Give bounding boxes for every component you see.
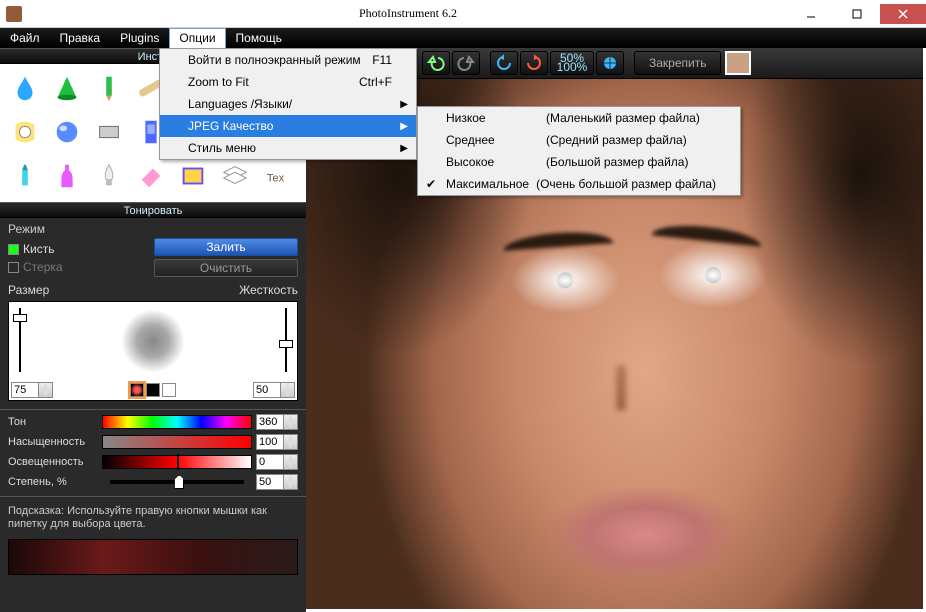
redo-button[interactable] [452,51,480,75]
jpeg-max[interactable]: ✔Максимальное(Очень большой размер файла… [418,173,740,195]
lightness-label: Освещенность [8,456,98,468]
menu-edit[interactable]: Правка [50,28,111,48]
brush-shape-square[interactable] [162,383,176,397]
degree-slider[interactable] [110,480,244,484]
image-thumbnail[interactable] [725,51,751,75]
hue-spinner[interactable]: ▲▼ [256,414,298,430]
eraser-label: Стерка [23,260,63,274]
tool-bottle[interactable] [46,154,88,198]
degree-spinner[interactable]: ▲▼ [256,474,298,490]
rotate-right-button[interactable] [520,51,548,75]
hue-gradient[interactable] [102,415,252,429]
tool-drop[interactable] [4,66,46,110]
saturation-label: Насыщенность [8,436,98,448]
tool-pencil[interactable] [88,66,130,110]
app-icon [6,6,22,22]
hue-input[interactable] [256,414,284,430]
brush-color-a[interactable] [130,383,144,397]
clear-button[interactable]: Очистить [154,259,298,277]
undo-button[interactable] [422,51,450,75]
mode-label: Режим [8,222,298,236]
title-bar: PhotoInstrument 6.2 [0,0,926,28]
eraser-radio[interactable]: Стерка [8,260,148,274]
check-icon: ✔ [426,177,436,191]
brush-preview-box: ▲▼ ▲▼ [8,301,298,401]
menu-bar: Файл Правка Plugins Опции Помощь [0,28,926,48]
menu-file[interactable]: Файл [0,28,50,48]
zoom-indicator[interactable]: 50%100% [550,51,594,75]
brush-preview [121,309,185,373]
degree-label: Степень, % [8,476,98,488]
tool-image[interactable] [172,154,214,198]
hardness-input[interactable] [253,382,281,398]
lightness-input[interactable] [256,454,284,470]
jpeg-medium[interactable]: Среднее(Средний размер файла) [418,129,740,151]
saturation-gradient[interactable] [102,435,252,449]
menu-fullscreen[interactable]: Войти в полноэкранный режимF11 [160,49,416,71]
menu-jpeg-quality[interactable]: JPEG Качество▶ [160,115,416,137]
toning-panel-title: Тонировать [0,202,306,218]
size-input[interactable] [11,382,39,398]
jpeg-quality-submenu: Низкое(Маленький размер файла) Среднее(С… [417,106,741,196]
toning-panel: Режим Кисть Стерка Залить Очистить Разме… [0,218,306,612]
hardness-label: Жесткость [239,283,298,297]
tool-marker[interactable] [4,154,46,198]
large-color-preview [8,539,298,575]
zoom-fit-button[interactable] [596,51,624,75]
minimize-button[interactable] [788,4,834,24]
brush-radio[interactable]: Кисть [8,242,148,256]
size-slider[interactable] [13,308,27,372]
fill-button[interactable]: Залить [154,238,298,256]
menu-zoom-fit[interactable]: Zoom to FitCtrl+F [160,71,416,93]
saturation-input[interactable] [256,434,284,450]
hardness-slider[interactable] [279,308,293,372]
menu-options[interactable]: Опции [169,28,225,48]
pin-button[interactable]: Закрепить [634,51,721,75]
tool-layers2[interactable] [214,154,256,198]
tool-eraser[interactable] [130,154,172,198]
tool-scale[interactable] [88,110,130,154]
tool-clock[interactable] [4,110,46,154]
rotate-left-button[interactable] [490,51,518,75]
tool-bulb[interactable] [88,154,130,198]
options-menu: Войти в полноэкранный режимF11 Zoom to F… [159,48,417,160]
menu-plugins[interactable]: Plugins [110,28,169,48]
saturation-spinner[interactable]: ▲▼ [256,434,298,450]
tool-text[interactable]: Tex [256,154,298,198]
tool-cone[interactable] [46,66,88,110]
size-spinner[interactable]: ▲▼ [11,382,53,398]
window-title: PhotoInstrument 6.2 [28,6,788,21]
lightness-gradient[interactable] [102,455,252,469]
tool-sphere[interactable] [46,110,88,154]
lightness-spinner[interactable]: ▲▼ [256,454,298,470]
hue-label: Тон [8,416,98,428]
degree-input[interactable] [256,474,284,490]
menu-style[interactable]: Стиль меню▶ [160,137,416,159]
hint-text: Подсказка: Используйте правую кнопки мыш… [0,501,306,535]
hardness-spinner[interactable]: ▲▼ [253,382,295,398]
maximize-button[interactable] [834,4,880,24]
jpeg-high[interactable]: Высокое(Большой размер файла) [418,151,740,173]
menu-help[interactable]: Помощь [226,28,292,48]
menu-languages[interactable]: Languages /Языки/▶ [160,93,416,115]
size-label: Размер [8,283,49,297]
close-button[interactable] [880,4,926,24]
jpeg-low[interactable]: Низкое(Маленький размер файла) [418,107,740,129]
svg-text:Tex: Tex [267,173,285,185]
brush-label: Кисть [23,242,54,256]
brush-color-b[interactable] [146,383,160,397]
